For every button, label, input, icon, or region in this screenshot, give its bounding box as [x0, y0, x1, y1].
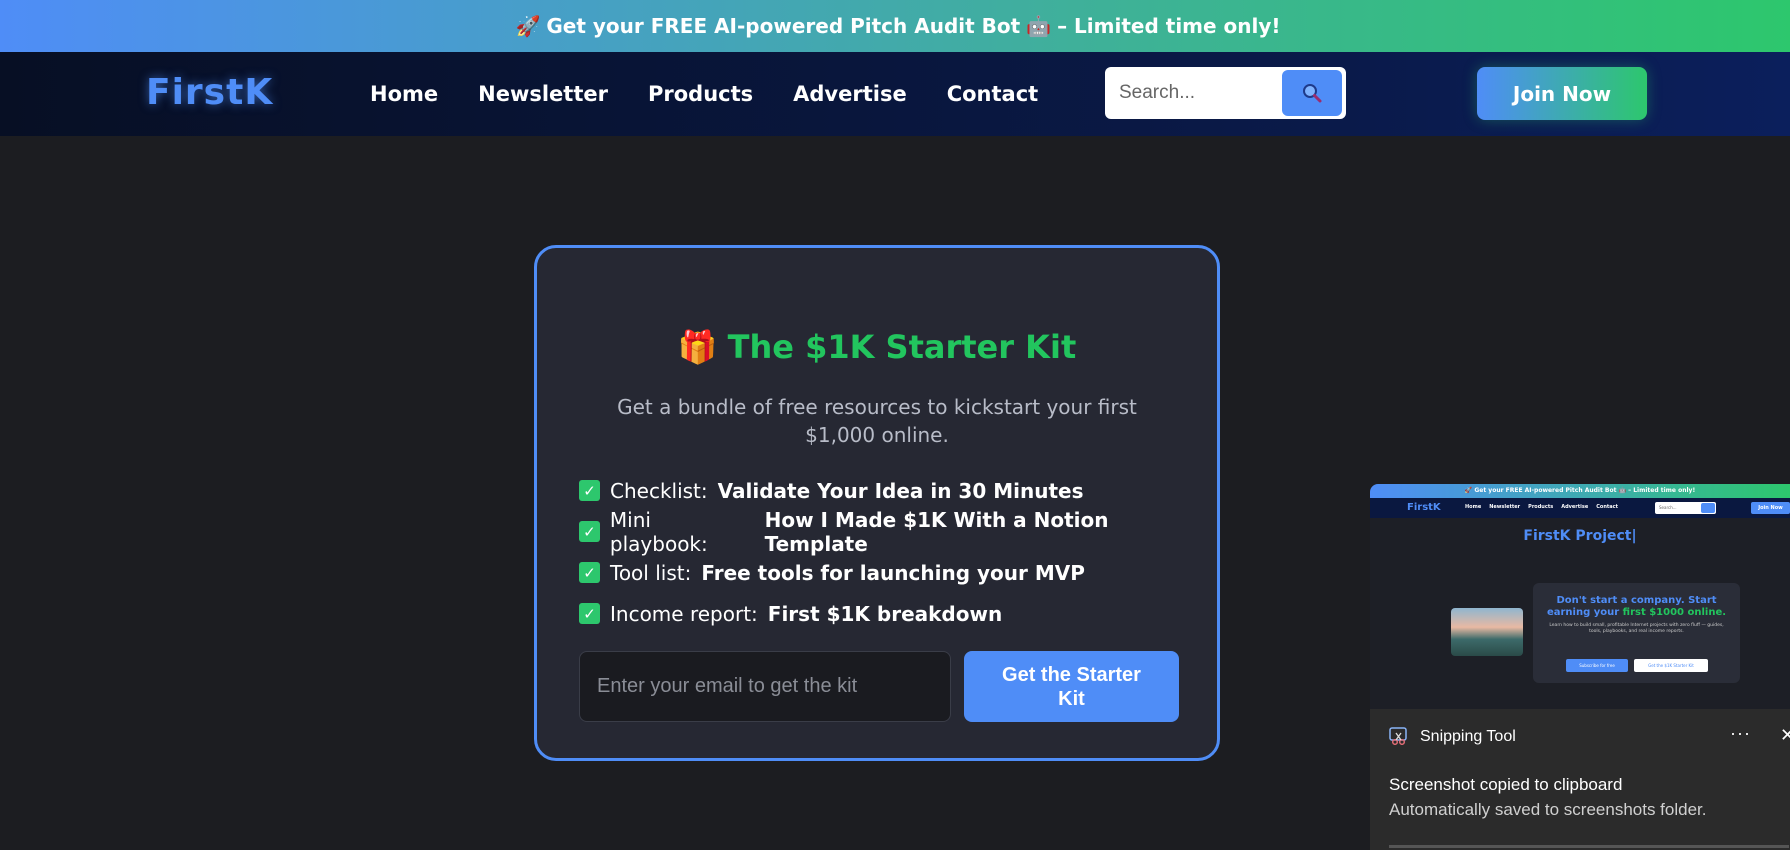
preview-subscribe-button: Subscribe for free: [1566, 659, 1628, 672]
rocket-icon: 🚀: [515, 14, 541, 38]
preview-logo: FirstK: [1407, 502, 1441, 513]
nav-link-advertise[interactable]: Advertise: [793, 82, 907, 106]
get-starter-kit-button[interactable]: Get the Starter Kit: [964, 651, 1179, 722]
more-options-icon[interactable]: ···: [1730, 723, 1751, 744]
email-field[interactable]: [579, 651, 951, 722]
snipping-tool-notification[interactable]: 🚀 Get your FREE AI-powered Pitch Audit B…: [1370, 484, 1790, 850]
promo-banner[interactable]: 🚀 Get your FREE AI-powered Pitch Audit B…: [0, 0, 1790, 52]
preview-headline-b: first $1000 online.: [1622, 607, 1727, 618]
notification-message: Automatically saved to screenshots folde…: [1389, 800, 1707, 819]
preview-hero-card: Don't start a company. Start earning you…: [1533, 583, 1740, 683]
item-label: Mini playbook:: [609, 507, 708, 556]
navbar: FirstK Home Newsletter Products Advertis…: [0, 52, 1790, 136]
list-item: ✓ Mini playbook: How I Made $1K With a N…: [579, 508, 1217, 556]
preview-join: Join Now: [1751, 502, 1790, 514]
search-input[interactable]: [1119, 82, 1279, 104]
gift-icon: 🎁: [677, 328, 718, 366]
item-value: Free tools for launching your MVP: [701, 560, 1085, 585]
notification-title: Screenshot copied to clipboard: [1389, 775, 1623, 794]
item-label: Tool list:: [610, 560, 692, 585]
list-item: ✓ Income report: First $1K breakdown: [579, 593, 1217, 634]
search-icon: [1303, 84, 1322, 103]
screenshot-preview[interactable]: 🚀 Get your FREE AI-powered Pitch Audit B…: [1370, 484, 1790, 709]
kit-title: 🎁 The $1K Starter Kit: [537, 328, 1217, 366]
kit-title-text: The $1K Starter Kit: [727, 328, 1077, 366]
robot-icon: 🤖: [1026, 14, 1052, 38]
nav-link-newsletter[interactable]: Newsletter: [478, 82, 608, 106]
preview-link: Contact: [1596, 504, 1619, 510]
preview-links: Home Newsletter Products Advertise Conta…: [1465, 504, 1618, 510]
nav-link-products[interactable]: Products: [648, 82, 753, 106]
search-box: [1105, 67, 1346, 119]
nav-links: Home Newsletter Products Advertise Conta…: [370, 82, 1038, 106]
preview-link: Newsletter: [1489, 504, 1521, 510]
item-value: First $1K breakdown: [767, 601, 1003, 626]
check-icon: ✓: [579, 562, 600, 583]
starter-kit-card: 🎁 The $1K Starter Kit Get a bundle of fre…: [534, 245, 1220, 761]
check-icon: ✓: [579, 603, 600, 624]
list-item: ✓ Checklist: Validate Your Idea in 30 Mi…: [579, 470, 1217, 511]
preview-navbar: FirstK Home Newsletter Products Advertis…: [1370, 498, 1790, 518]
kit-list: ✓ Checklist: Validate Your Idea in 30 Mi…: [579, 470, 1217, 634]
item-value: Validate Your Idea in 30 Minutes: [717, 478, 1084, 503]
preview-body: Learn how to build small, profitable Int…: [1549, 623, 1724, 634]
preview-title: FirstK Project|: [1523, 528, 1637, 544]
preview-search-button: [1701, 503, 1715, 513]
list-item: ✓ Tool list: Free tools for launching yo…: [579, 552, 1217, 593]
preview-search-text: Search...: [1659, 505, 1677, 510]
preview-promo: 🚀 Get your FREE AI-powered Pitch Audit B…: [1370, 484, 1790, 498]
promo-text: Get your FREE AI-powered Pitch Audit Bot: [546, 14, 1021, 38]
preview-landscape-image: [1451, 608, 1523, 656]
preview-headline: Don't start a company. Start earning you…: [1543, 595, 1730, 619]
close-icon[interactable]: ✕: [1780, 725, 1790, 746]
item-label: Income report:: [610, 601, 758, 626]
promo-suffix: – Limited time only!: [1057, 14, 1281, 38]
snipping-tool-icon: [1389, 727, 1407, 745]
check-icon: ✓: [579, 521, 600, 542]
notification-app-name: Snipping Tool: [1420, 728, 1516, 745]
preview-search: Search...: [1655, 502, 1716, 514]
check-icon: ✓: [579, 480, 600, 501]
site-logo[interactable]: FirstK: [146, 72, 273, 113]
preview-link: Home: [1465, 504, 1482, 510]
join-now-button[interactable]: Join Now: [1477, 67, 1647, 120]
preview-link: Products: [1528, 504, 1554, 510]
nav-link-contact[interactable]: Contact: [947, 82, 1039, 106]
notification-divider: [1389, 845, 1789, 848]
item-value: How I Made $1K With a Notion Template: [764, 507, 1109, 556]
nav-link-home[interactable]: Home: [370, 82, 438, 106]
item-label: Checklist:: [610, 478, 708, 503]
search-button[interactable]: [1282, 70, 1342, 116]
preview-link: Advertise: [1561, 504, 1589, 510]
notification-body: Snipping Tool ··· ✕ Screenshot copied to…: [1370, 709, 1790, 850]
preview-kit-button: Get the $1K Starter Kit: [1634, 659, 1708, 672]
kit-description: Get a bundle of free resources to kickst…: [617, 395, 1137, 447]
